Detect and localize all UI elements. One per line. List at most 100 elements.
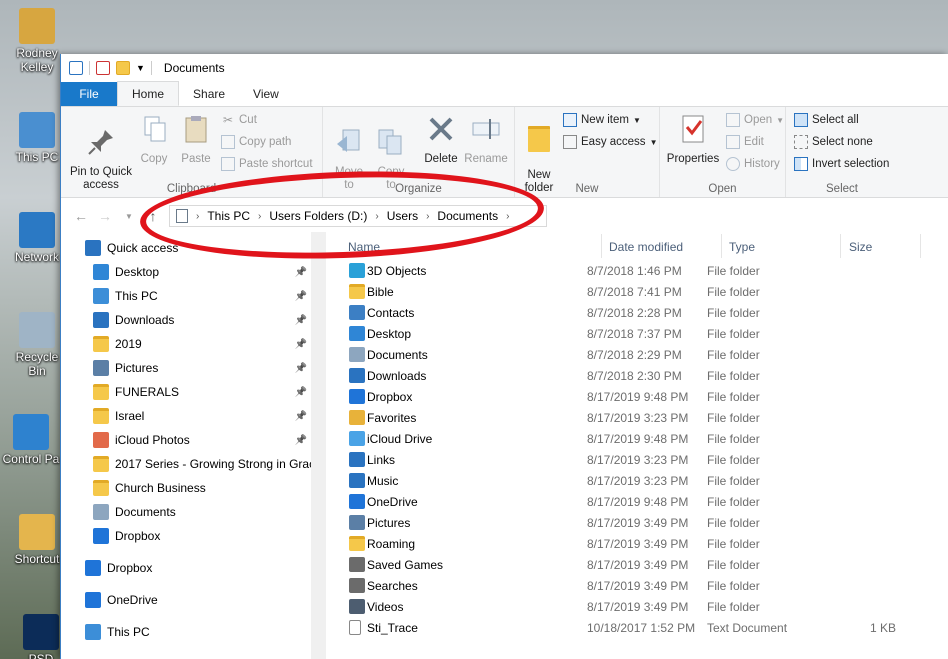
file-row[interactable]: Links 8/17/2019 3:23 PM File folder bbox=[343, 449, 948, 470]
folder-qat-icon[interactable] bbox=[116, 61, 130, 75]
file-row[interactable]: Music 8/17/2019 3:23 PM File folder bbox=[343, 470, 948, 491]
desktop-shortcut-icon bbox=[19, 8, 55, 44]
nav-item[interactable]: Documents bbox=[93, 500, 311, 524]
tab-share[interactable]: Share bbox=[179, 82, 239, 106]
column-divider[interactable] bbox=[601, 234, 602, 258]
nav-item-label: FUNERALS bbox=[115, 385, 180, 399]
breadcrumb-this-pc[interactable]: This PC bbox=[207, 209, 250, 223]
breadcrumb-users[interactable]: Users bbox=[387, 209, 418, 223]
file-row[interactable]: OneDrive 8/17/2019 9:48 PM File folder bbox=[343, 491, 948, 512]
delete-button[interactable]: Delete bbox=[421, 113, 461, 166]
desktop-shortcut[interactable]: Recycle Bin bbox=[6, 312, 68, 378]
link-icon bbox=[349, 452, 365, 467]
open-button[interactable]: Open ▼ bbox=[726, 113, 784, 127]
new-item-button[interactable]: New item ▼ bbox=[563, 113, 641, 127]
breadcrumb-documents[interactable]: Documents bbox=[437, 209, 498, 223]
qat-dropdown-icon[interactable]: ▼ bbox=[136, 63, 145, 73]
desktop-shortcut[interactable]: Network bbox=[6, 212, 68, 264]
pin-icon: 📌 bbox=[294, 338, 307, 350]
file-row[interactable]: Dropbox 8/17/2019 9:48 PM File folder bbox=[343, 386, 948, 407]
column-type[interactable]: Type bbox=[729, 240, 755, 254]
move-to-button[interactable]: Move to bbox=[331, 113, 367, 192]
file-row[interactable]: 3D Objects 8/7/2018 1:46 PM File folder bbox=[343, 260, 948, 281]
address-bar[interactable]: › This PC › Users Folders (D:) › Users ›… bbox=[169, 205, 547, 227]
history-button[interactable]: History bbox=[726, 157, 780, 171]
paste-button[interactable]: Paste bbox=[179, 113, 213, 166]
file-row[interactable]: Pictures 8/17/2019 3:49 PM File folder bbox=[343, 512, 948, 533]
checkmark-qat-icon[interactable] bbox=[96, 61, 110, 75]
paste-shortcut-button[interactable]: Paste shortcut bbox=[221, 157, 313, 171]
desktop-shortcut[interactable]: Rodney Kelley bbox=[6, 8, 68, 74]
nav-item[interactable]: 2019 📌 bbox=[93, 332, 311, 356]
edit-button[interactable]: Edit bbox=[726, 135, 764, 149]
file-row[interactable]: Desktop 8/7/2018 7:37 PM File folder bbox=[343, 323, 948, 344]
file-row[interactable]: Downloads 8/7/2018 2:30 PM File folder bbox=[343, 365, 948, 386]
file-row[interactable]: Searches 8/17/2019 3:49 PM File folder bbox=[343, 575, 948, 596]
nav-item[interactable]: Dropbox bbox=[93, 524, 311, 548]
nav-item[interactable]: OneDrive bbox=[85, 588, 311, 612]
file-row[interactable]: Saved Games 8/17/2019 3:49 PM File folder bbox=[343, 554, 948, 575]
nav-item[interactable]: Israel 📌 bbox=[93, 404, 311, 428]
easy-access-button[interactable]: Easy access ▼ bbox=[563, 135, 657, 149]
nav-item[interactable]: iCloud Photos 📌 bbox=[93, 428, 311, 452]
nav-item-label: Church Business bbox=[115, 481, 206, 495]
copy-button[interactable]: Copy bbox=[139, 113, 169, 166]
nav-item[interactable]: Pictures 📌 bbox=[93, 356, 311, 380]
column-divider[interactable] bbox=[721, 234, 722, 258]
copy-to-button[interactable]: Copy to bbox=[373, 113, 409, 192]
file-row[interactable]: Sti_Trace 10/18/2017 1:52 PM Text Document… bbox=[343, 617, 948, 638]
column-divider[interactable] bbox=[840, 234, 841, 258]
nav-item[interactable]: FUNERALS 📌 bbox=[93, 380, 311, 404]
nav-item[interactable]: This PC 📌 bbox=[93, 284, 311, 308]
column-size[interactable]: Size bbox=[849, 240, 872, 254]
pin-to-quick-access-button[interactable]: Pin to Quick access bbox=[65, 113, 137, 192]
recent-dropdown-icon[interactable]: ▼ bbox=[117, 212, 141, 221]
up-arrow-icon[interactable]: ↑ bbox=[141, 208, 165, 224]
tab-view[interactable]: View bbox=[239, 82, 293, 106]
file-row[interactable]: Roaming 8/17/2019 3:49 PM File folder bbox=[343, 533, 948, 554]
desktop-shortcut[interactable]: This PC bbox=[6, 112, 68, 164]
column-date-modified[interactable]: Date modified bbox=[609, 240, 683, 254]
back-arrow-icon[interactable]: ← bbox=[69, 208, 93, 224]
open-icon bbox=[726, 113, 740, 127]
file-row[interactable]: Favorites 8/17/2019 3:23 PM File folder bbox=[343, 407, 948, 428]
pane-splitter[interactable] bbox=[311, 232, 326, 659]
rename-button[interactable]: Rename bbox=[463, 113, 509, 166]
copy-path-button[interactable]: Copy path bbox=[221, 135, 291, 149]
select-all-button[interactable]: Select all bbox=[794, 113, 859, 127]
folder-icon bbox=[93, 384, 109, 400]
column-divider[interactable] bbox=[920, 234, 921, 258]
cut-button[interactable]: ✂ Cut bbox=[221, 113, 257, 127]
nav-item[interactable]: Church Business bbox=[93, 476, 311, 500]
file-row[interactable]: Contacts 8/7/2018 2:28 PM File folder bbox=[343, 302, 948, 323]
nav-item[interactable]: This PC bbox=[85, 620, 311, 644]
tab-file[interactable]: File bbox=[61, 82, 117, 106]
file-row[interactable]: iCloud Drive 8/17/2019 9:48 PM File folder bbox=[343, 428, 948, 449]
tab-home[interactable]: Home bbox=[117, 81, 180, 106]
file-row[interactable]: Bible 8/7/2018 7:41 PM File folder bbox=[343, 281, 948, 302]
column-name[interactable]: Name bbox=[348, 240, 380, 254]
nav-item[interactable]: Dropbox bbox=[85, 556, 311, 580]
file-date-modified: 8/17/2019 9:48 PM bbox=[587, 495, 689, 509]
desktop-shortcut[interactable]: Control Pa bbox=[0, 414, 62, 466]
select-none-button[interactable]: Select none bbox=[794, 135, 873, 149]
documents-icon bbox=[93, 504, 109, 520]
title-bar[interactable]: ▼ Documents bbox=[61, 54, 948, 82]
file-row[interactable]: Videos 8/17/2019 3:49 PM File folder bbox=[343, 596, 948, 617]
desktop-shortcut[interactable]: Shortcut bbox=[6, 514, 68, 566]
forward-arrow-icon[interactable]: → bbox=[93, 208, 117, 224]
nav-item[interactable]: Downloads 📌 bbox=[93, 308, 311, 332]
desktop-shortcut-icon bbox=[13, 414, 49, 450]
invert-selection-button[interactable]: Invert selection bbox=[794, 157, 889, 171]
file-row[interactable]: Documents 8/7/2018 2:29 PM File folder bbox=[343, 344, 948, 365]
file-type: File folder bbox=[707, 264, 760, 278]
breadcrumb-separator-icon: › bbox=[426, 210, 430, 222]
nav-item[interactable]: Quick access bbox=[85, 236, 311, 260]
open-label: Open bbox=[744, 114, 773, 126]
properties-button[interactable]: Properties bbox=[664, 113, 722, 166]
nav-item[interactable]: 2017 Series - Growing Strong in Grace bbox=[93, 452, 311, 476]
properties-qat-icon[interactable] bbox=[69, 61, 83, 75]
breadcrumb-users-folders[interactable]: Users Folders (D:) bbox=[269, 209, 367, 223]
nav-item[interactable]: Desktop 📌 bbox=[93, 260, 311, 284]
documents-location-icon bbox=[176, 209, 188, 223]
